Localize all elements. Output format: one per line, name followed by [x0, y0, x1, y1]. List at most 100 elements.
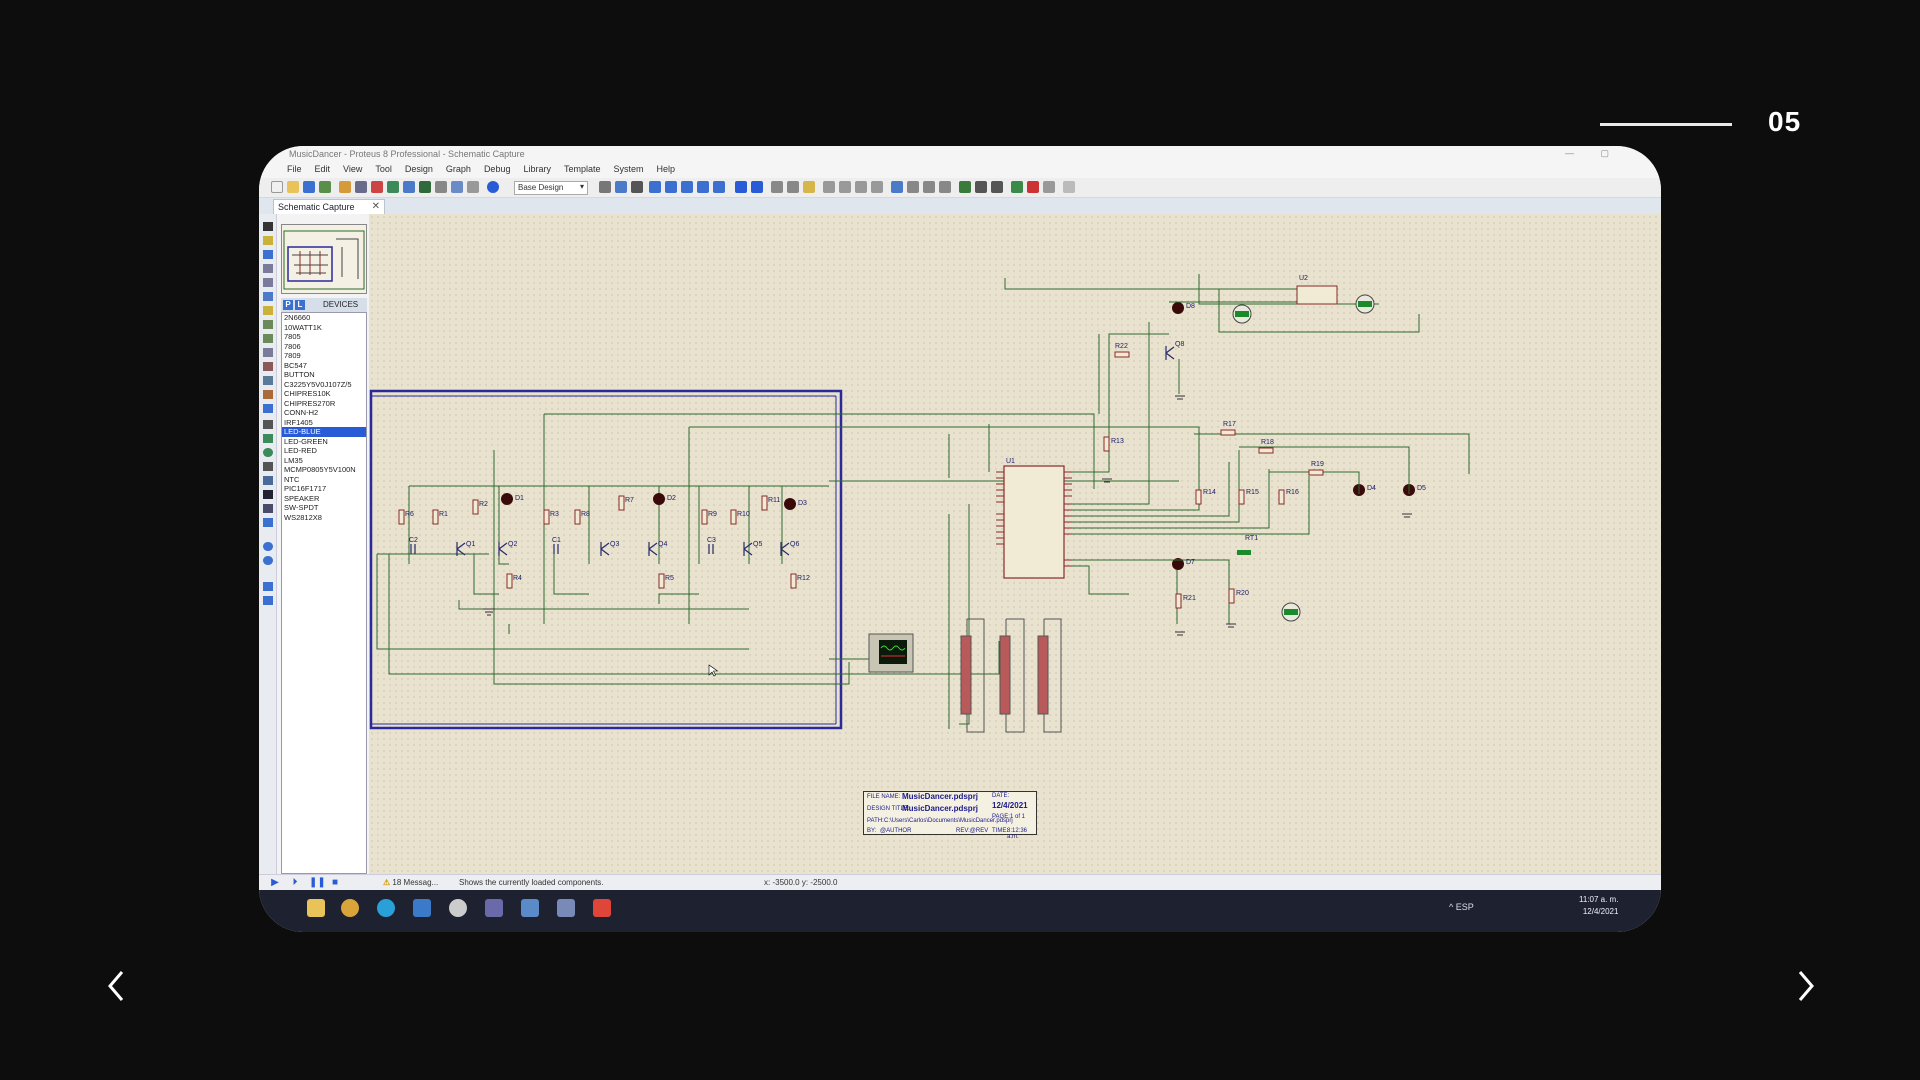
- menu-edit[interactable]: Edit: [315, 164, 331, 178]
- device-item[interactable]: 7806: [282, 342, 366, 352]
- simulation-step-button[interactable]: ⏵: [289, 877, 301, 889]
- system-tray[interactable]: ^ ESP: [1449, 902, 1474, 912]
- design-variant-select[interactable]: Base Design: [514, 181, 588, 195]
- device-item[interactable]: LED-GREEN: [282, 437, 366, 447]
- wire-label-icon[interactable]: [263, 264, 273, 273]
- app-icon[interactable]: [485, 899, 503, 917]
- device-item[interactable]: NTC: [282, 475, 366, 485]
- new-file-icon[interactable]: [271, 181, 283, 193]
- pick-device-icon[interactable]: [891, 181, 903, 193]
- circle-icon[interactable]: [263, 448, 273, 457]
- design-explorer-icon[interactable]: [435, 181, 447, 193]
- menu-view[interactable]: View: [343, 164, 362, 178]
- pcb-icon[interactable]: [371, 181, 383, 193]
- block-rotate-icon[interactable]: [855, 181, 867, 193]
- search-tag-icon[interactable]: [975, 181, 987, 193]
- device-item[interactable]: WS2812X8: [282, 513, 366, 523]
- device-item[interactable]: 10WATT1K: [282, 323, 366, 333]
- device-item[interactable]: 7809: [282, 351, 366, 361]
- paste-icon[interactable]: [803, 181, 815, 193]
- tab-schematic-capture[interactable]: Schematic Capture ✕: [273, 199, 385, 214]
- device-item[interactable]: LED-RED: [282, 446, 366, 456]
- tape-recorder-icon[interactable]: [263, 362, 273, 371]
- window-controls[interactable]: — ▢: [1565, 148, 1621, 159]
- menu-library[interactable]: Library: [523, 164, 551, 178]
- zoom-out-icon[interactable]: [681, 181, 693, 193]
- device-item[interactable]: BUTTON: [282, 370, 366, 380]
- terminals-icon[interactable]: [263, 320, 273, 329]
- device-item[interactable]: CHIPRES10K: [282, 389, 366, 399]
- bom-icon[interactable]: [419, 181, 431, 193]
- device-item[interactable]: SPEAKER: [282, 494, 366, 504]
- schematic-canvas[interactable]: R6 R1 R2 D1 R3 R8 R7 D2 R9 R10 R11 D3 C2…: [369, 214, 1661, 874]
- import-icon[interactable]: [319, 181, 331, 193]
- chat-icon[interactable]: [557, 899, 575, 917]
- device-item[interactable]: BC547: [282, 361, 366, 371]
- calculator-icon[interactable]: [521, 899, 539, 917]
- pick-devices-button[interactable]: P: [283, 300, 293, 310]
- chrome-icon[interactable]: [341, 899, 359, 917]
- schematic-icon[interactable]: [355, 181, 367, 193]
- simulation-stop-button[interactable]: ■: [329, 877, 341, 889]
- mirror-horizontal-icon[interactable]: [263, 582, 273, 591]
- zoom-area-icon[interactable]: [713, 181, 725, 193]
- generator-icon[interactable]: [263, 376, 273, 385]
- device-item[interactable]: MCMP0805Y5V100N: [282, 465, 366, 475]
- buses-icon[interactable]: [263, 292, 273, 301]
- arc-icon[interactable]: [263, 462, 273, 471]
- help-icon[interactable]: [487, 181, 499, 193]
- save-icon[interactable]: [303, 181, 315, 193]
- origin-icon[interactable]: [631, 181, 643, 193]
- menu-debug[interactable]: Debug: [484, 164, 511, 178]
- graph-mode-icon[interactable]: [263, 348, 273, 357]
- menu-graph[interactable]: Graph: [446, 164, 471, 178]
- open-folder-icon[interactable]: [287, 181, 299, 193]
- redo-icon[interactable]: [751, 181, 763, 193]
- file-explorer-icon[interactable]: [307, 899, 325, 917]
- library-manager-button[interactable]: L: [295, 300, 305, 310]
- wire-autorouter-icon[interactable]: [959, 181, 971, 193]
- settings-icon[interactable]: [449, 899, 467, 917]
- device-item[interactable]: LED-BLUE: [282, 427, 366, 437]
- marker-icon[interactable]: [263, 518, 273, 527]
- cut-icon[interactable]: [771, 181, 783, 193]
- menu-help[interactable]: Help: [657, 164, 676, 178]
- edge-icon[interactable]: [377, 899, 395, 917]
- grid-icon[interactable]: [615, 181, 627, 193]
- menu-tool[interactable]: Tool: [375, 164, 392, 178]
- path-icon[interactable]: [263, 476, 273, 485]
- schematic-drawing[interactable]: R6 R1 R2 D1 R3 R8 R7 D2 R9 R10 R11 D3 C2…: [369, 214, 1661, 874]
- text-script-icon[interactable]: [263, 278, 273, 287]
- device-item[interactable]: PIC16F1717: [282, 484, 366, 494]
- text-icon[interactable]: [263, 490, 273, 499]
- netlist-icon[interactable]: [1063, 181, 1075, 193]
- menu-template[interactable]: Template: [564, 164, 601, 178]
- previous-slide-button[interactable]: [102, 968, 132, 1004]
- proteus-icon[interactable]: [593, 899, 611, 917]
- copy-icon[interactable]: [787, 181, 799, 193]
- make-device-icon[interactable]: [907, 181, 919, 193]
- device-item[interactable]: C3225Y5V0J107Z/5: [282, 380, 366, 390]
- device-item[interactable]: CONN-H2: [282, 408, 366, 418]
- rotate-clockwise-icon[interactable]: [263, 542, 273, 551]
- virtual-instruments-icon[interactable]: [263, 404, 273, 413]
- probe-icon[interactable]: [263, 390, 273, 399]
- property-tool-icon[interactable]: [991, 181, 1003, 193]
- block-delete-icon[interactable]: [871, 181, 883, 193]
- device-item[interactable]: 2N6660: [282, 313, 366, 323]
- menu-system[interactable]: System: [614, 164, 644, 178]
- gerber-icon[interactable]: [403, 181, 415, 193]
- zoom-all-icon[interactable]: [697, 181, 709, 193]
- block-copy-icon[interactable]: [823, 181, 835, 193]
- 3d-view-icon[interactable]: [387, 181, 399, 193]
- device-item[interactable]: IRF1405: [282, 418, 366, 428]
- simulation-pause-button[interactable]: ❚❚: [309, 877, 326, 889]
- notes-icon[interactable]: [467, 181, 479, 193]
- next-slide-button[interactable]: [1790, 968, 1820, 1004]
- junction-dot-icon[interactable]: [263, 250, 273, 259]
- device-item[interactable]: CHIPRES270R: [282, 399, 366, 409]
- box-icon[interactable]: [263, 434, 273, 443]
- pan-icon[interactable]: [649, 181, 661, 193]
- simulation-play-button[interactable]: ▶: [269, 877, 281, 889]
- taskbar-clock[interactable]: 11:07 a. m. 12/4/2021: [1579, 894, 1618, 918]
